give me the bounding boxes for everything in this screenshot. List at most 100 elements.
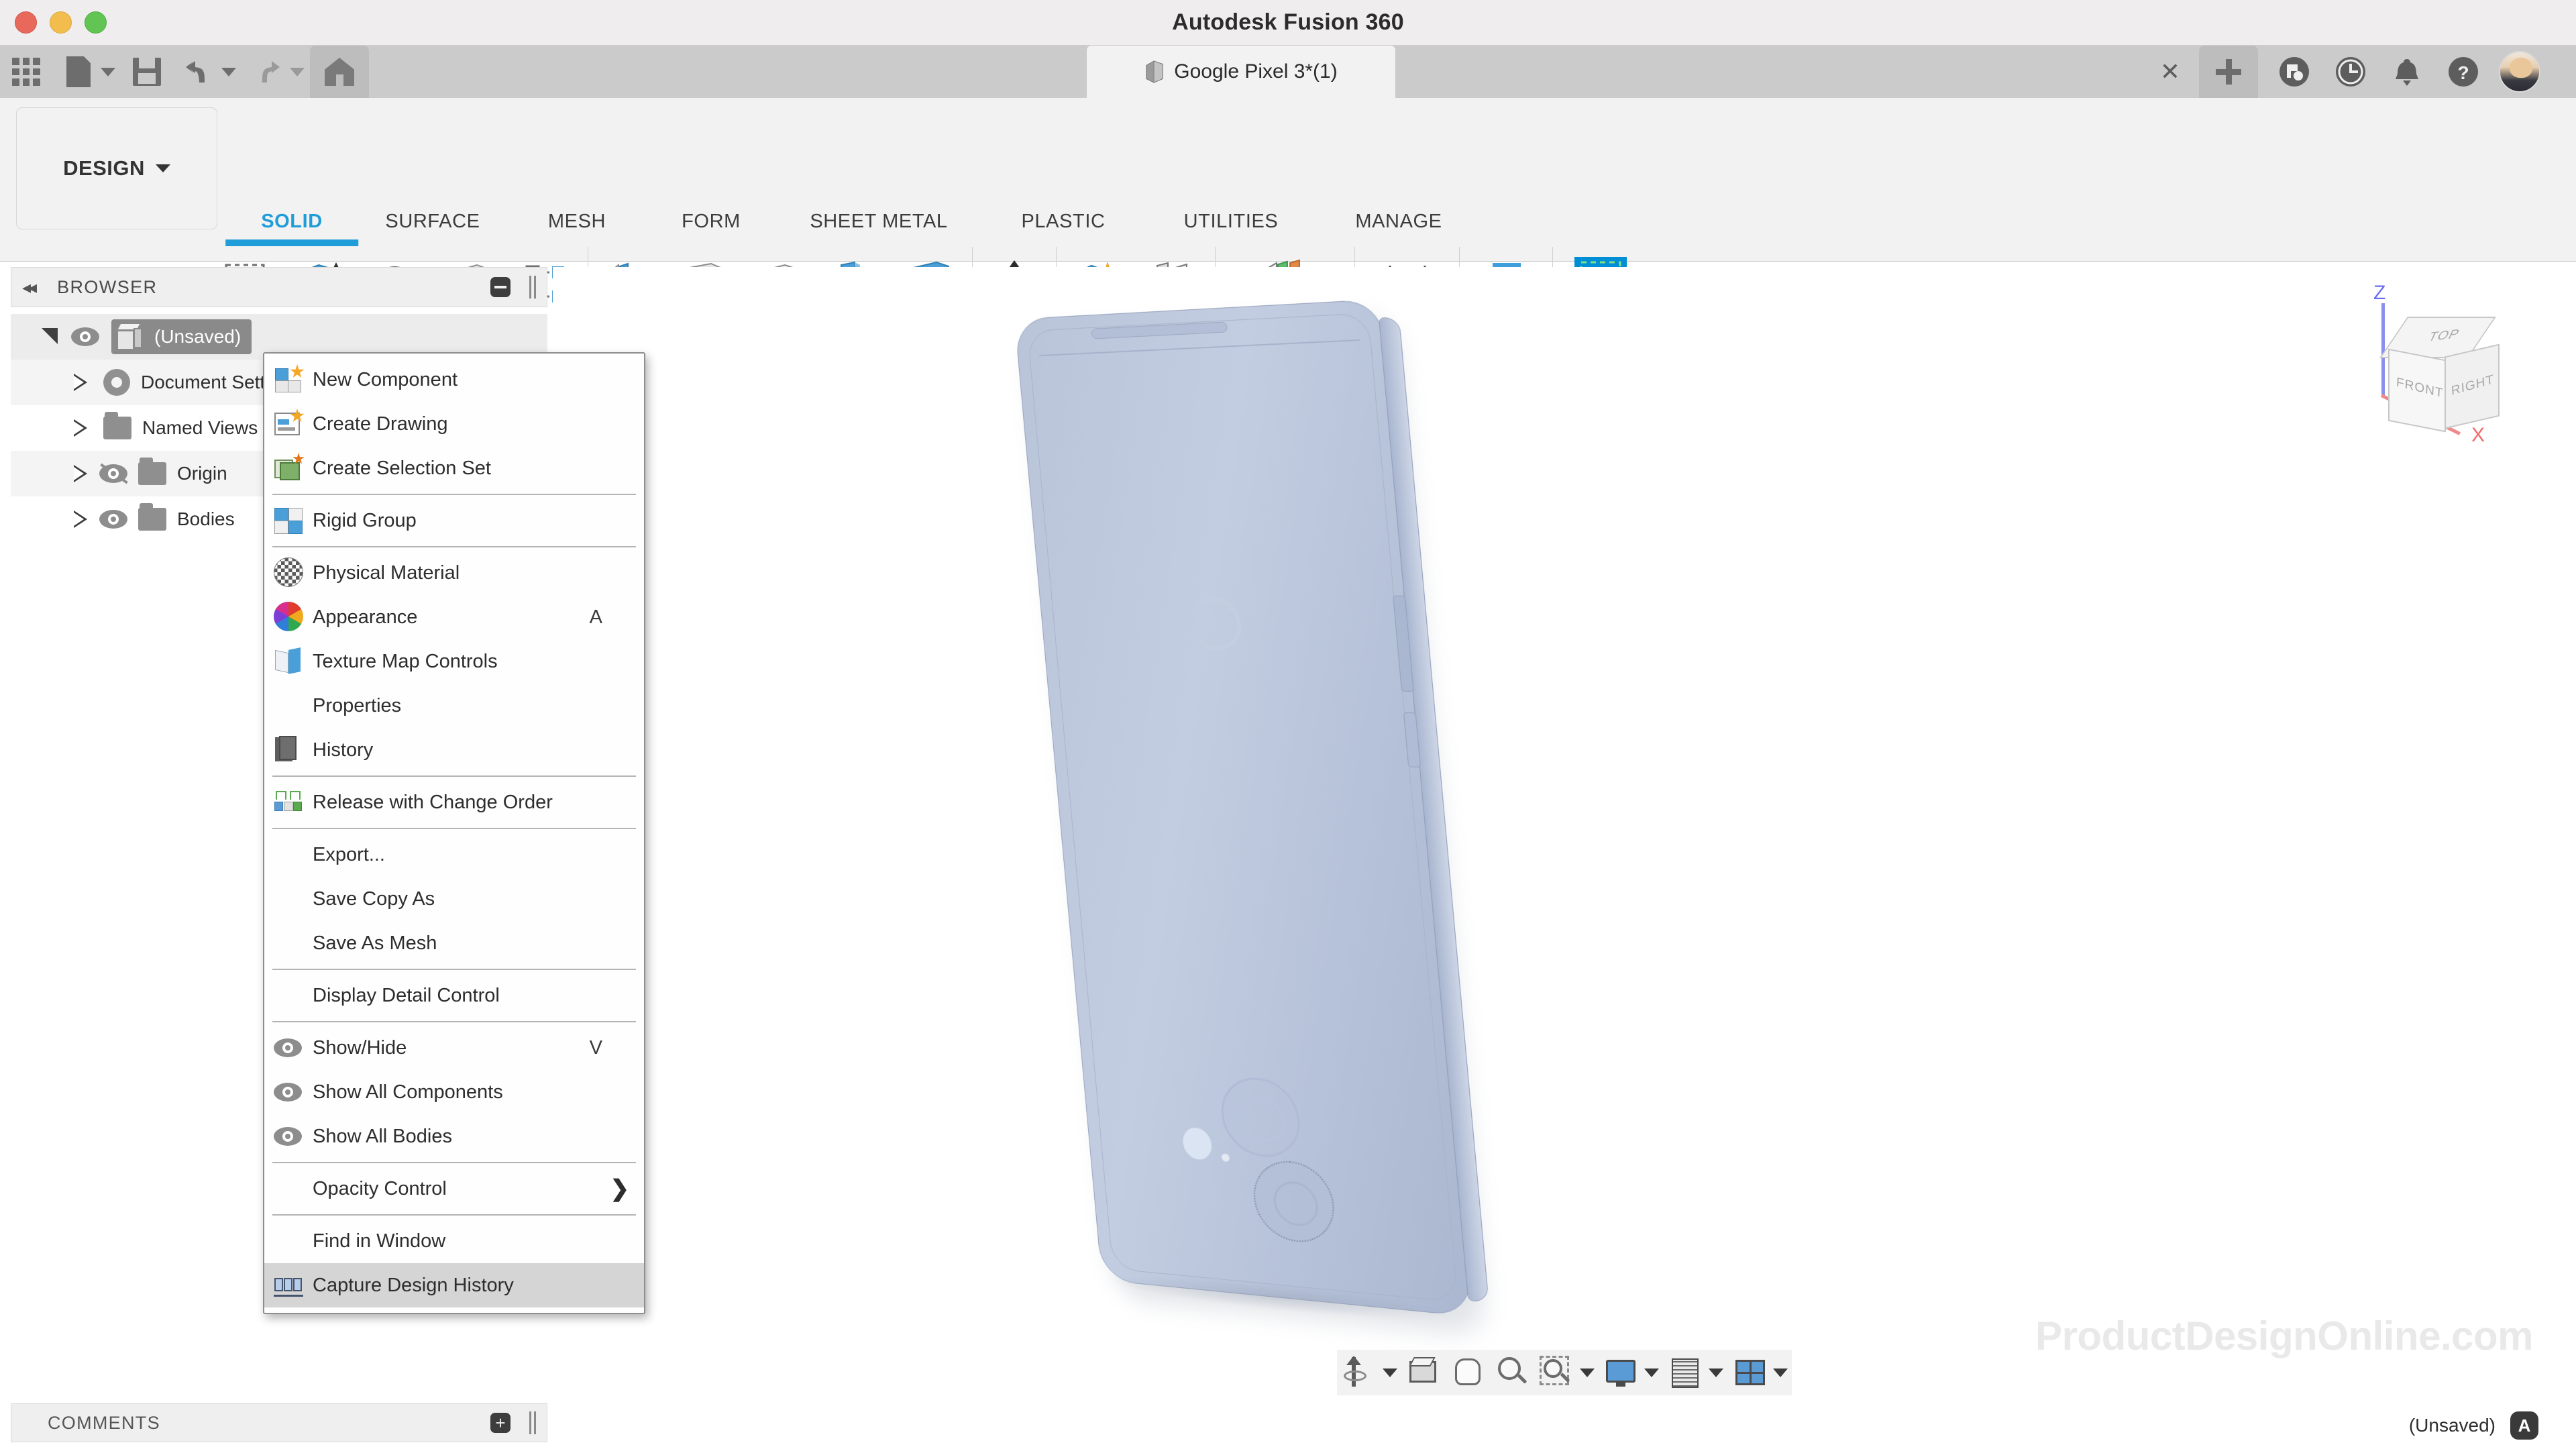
help-button[interactable]: ? (2435, 46, 2491, 98)
zoom-window-caret-icon[interactable] (1580, 1368, 1595, 1377)
clock-icon (2336, 57, 2365, 87)
visibility-eye-off-icon[interactable] (99, 463, 128, 484)
menu-separator (272, 969, 636, 970)
viewports-button[interactable] (1727, 1350, 1772, 1395)
tab-manage[interactable]: MANAGE (1315, 211, 1483, 233)
orbit-button[interactable] (1337, 1350, 1381, 1395)
menu-item-capture-design-history[interactable]: Capture Design History (264, 1263, 644, 1307)
menu-item-show-all-bodies[interactable]: Show All Bodies (264, 1114, 644, 1159)
menu-item-create-drawing[interactable]: Create Drawing (264, 402, 644, 446)
user-account-button[interactable] (2491, 46, 2548, 98)
job-status-button[interactable] (2322, 46, 2379, 98)
menu-item-export[interactable]: Export... (264, 833, 644, 877)
document-state-label: (Unsaved) (2408, 1415, 2496, 1436)
blank-icon-slot (274, 839, 305, 870)
browser-collapse-button[interactable]: ◂◂ (22, 277, 37, 298)
grid-icon (1668, 1356, 1702, 1389)
pan-button[interactable] (1446, 1350, 1490, 1395)
menu-item-physical-material[interactable]: Physical Material (264, 551, 644, 595)
look-at-button[interactable] (1401, 1350, 1446, 1395)
bell-icon (2396, 59, 2418, 86)
tab-form[interactable]: FORM (644, 211, 778, 233)
expand-collapse-icon[interactable] (74, 374, 89, 391)
visibility-eye-icon[interactable] (99, 510, 127, 529)
menu-item-history[interactable]: History (264, 728, 644, 772)
menu-separator (272, 1021, 636, 1022)
display-settings-caret-icon[interactable] (1644, 1368, 1659, 1377)
menu-item-display-detail-control[interactable]: Display Detail Control (264, 973, 644, 1018)
browser-panel-header: ◂◂ BROWSER (11, 267, 547, 307)
texture-map-icon (274, 646, 305, 677)
menu-item-find-in-window[interactable]: Find in Window (264, 1219, 644, 1263)
create-selection-set-icon (274, 453, 305, 484)
menu-item-appearance[interactable]: Appearance A (264, 595, 644, 639)
extensions-button[interactable] (2266, 46, 2322, 98)
view-cube[interactable]: Z X TOP FRONT RIGHT (2344, 282, 2545, 479)
browser-resize-grip[interactable] (529, 276, 536, 299)
zoom-window-button[interactable] (1534, 1350, 1578, 1395)
close-tab-button[interactable]: ✕ (2147, 46, 2194, 98)
workspace-label: DESIGN (63, 156, 145, 180)
browser-item-label: (Unsaved) (154, 326, 241, 347)
browser-minimize-button[interactable] (490, 277, 511, 297)
viewports-caret-icon[interactable] (1773, 1368, 1788, 1377)
history-icon (274, 735, 305, 765)
notifications-button[interactable] (2379, 46, 2435, 98)
tab-plastic[interactable]: PLASTIC (979, 211, 1147, 233)
menu-item-rigid-group[interactable]: Rigid Group (264, 498, 644, 543)
eye-icon (274, 1077, 305, 1108)
question-icon: ? (2449, 57, 2478, 87)
fusion360-window: Autodesk Fusion 360 Google Pixel 3*(1) ✕… (0, 0, 2576, 1449)
workspace-selector[interactable]: DESIGN (16, 107, 217, 229)
display-settings-button[interactable] (1599, 1350, 1643, 1395)
plug-icon (2279, 57, 2309, 87)
browser-item-selected[interactable]: (Unsaved) (111, 319, 252, 354)
view-cube-faces[interactable]: TOP FRONT RIGHT (2379, 317, 2500, 433)
zoom-window-icon (1540, 1356, 1573, 1389)
zoom-magnifier-icon (1495, 1356, 1529, 1389)
expand-collapse-icon[interactable] (74, 419, 89, 437)
menu-item-show-all-components[interactable]: Show All Components (264, 1070, 644, 1114)
menu-item-save-as-mesh[interactable]: Save As Mesh (264, 921, 644, 965)
watermark: ProductDesignOnline.com (2035, 1313, 2533, 1358)
comments-resize-grip[interactable] (529, 1411, 536, 1434)
new-component-icon (274, 364, 305, 395)
new-tab-button[interactable] (2199, 46, 2258, 98)
tab-utilities[interactable]: UTILITIES (1147, 211, 1315, 233)
add-comment-button[interactable]: + (490, 1413, 511, 1433)
comments-title: COMMENTS (48, 1412, 160, 1433)
zoom-button[interactable] (1490, 1350, 1534, 1395)
tab-sheet-metal[interactable]: SHEET METAL (778, 211, 979, 233)
menu-item-save-copy-as[interactable]: Save Copy As (264, 877, 644, 921)
menu-item-properties[interactable]: Properties (264, 684, 644, 728)
model-google-pixel-3[interactable] (1014, 299, 1489, 1381)
menu-item-opacity-control[interactable]: Opacity Control ❯ (264, 1167, 644, 1211)
grid-snaps-caret-icon[interactable] (1709, 1368, 1723, 1377)
menu-separator (272, 828, 636, 829)
tab-surface[interactable]: SURFACE (356, 211, 510, 233)
tab-solid[interactable]: SOLID (225, 211, 358, 246)
menu-separator (272, 494, 636, 495)
pan-hand-icon (1451, 1356, 1485, 1389)
menu-item-texture-map-controls[interactable]: Texture Map Controls (264, 639, 644, 684)
tab-mesh[interactable]: MESH (510, 211, 644, 233)
menu-item-new-component[interactable]: New Component (264, 358, 644, 402)
phone-body (1014, 299, 1489, 1328)
document-tab[interactable]: Google Pixel 3*(1) (1087, 46, 1395, 98)
3d-viewport[interactable]: Z X TOP FRONT RIGHT ProductDesignOnline.… (553, 267, 2576, 1401)
grid-snaps-button[interactable] (1663, 1350, 1707, 1395)
expand-collapse-icon[interactable] (74, 511, 89, 528)
menu-item-release-with-change-order[interactable]: Release with Change Order (264, 780, 644, 824)
orbit-caret-icon[interactable] (1383, 1368, 1397, 1377)
monitor-icon (1604, 1356, 1638, 1389)
context-menu[interactable]: New Component Create Drawing Create Sele… (263, 352, 645, 1314)
chevron-down-icon (155, 164, 170, 172)
eye-icon (274, 1032, 305, 1063)
visibility-eye-icon[interactable] (71, 327, 99, 346)
menu-item-show-hide[interactable]: Show/Hide V (264, 1026, 644, 1070)
expand-collapse-icon[interactable] (42, 328, 59, 345)
blank-icon-slot (274, 1173, 305, 1204)
expand-collapse-icon[interactable] (74, 465, 89, 482)
comments-panel[interactable]: COMMENTS + (11, 1403, 547, 1442)
menu-item-create-selection-set[interactable]: Create Selection Set (264, 446, 644, 490)
